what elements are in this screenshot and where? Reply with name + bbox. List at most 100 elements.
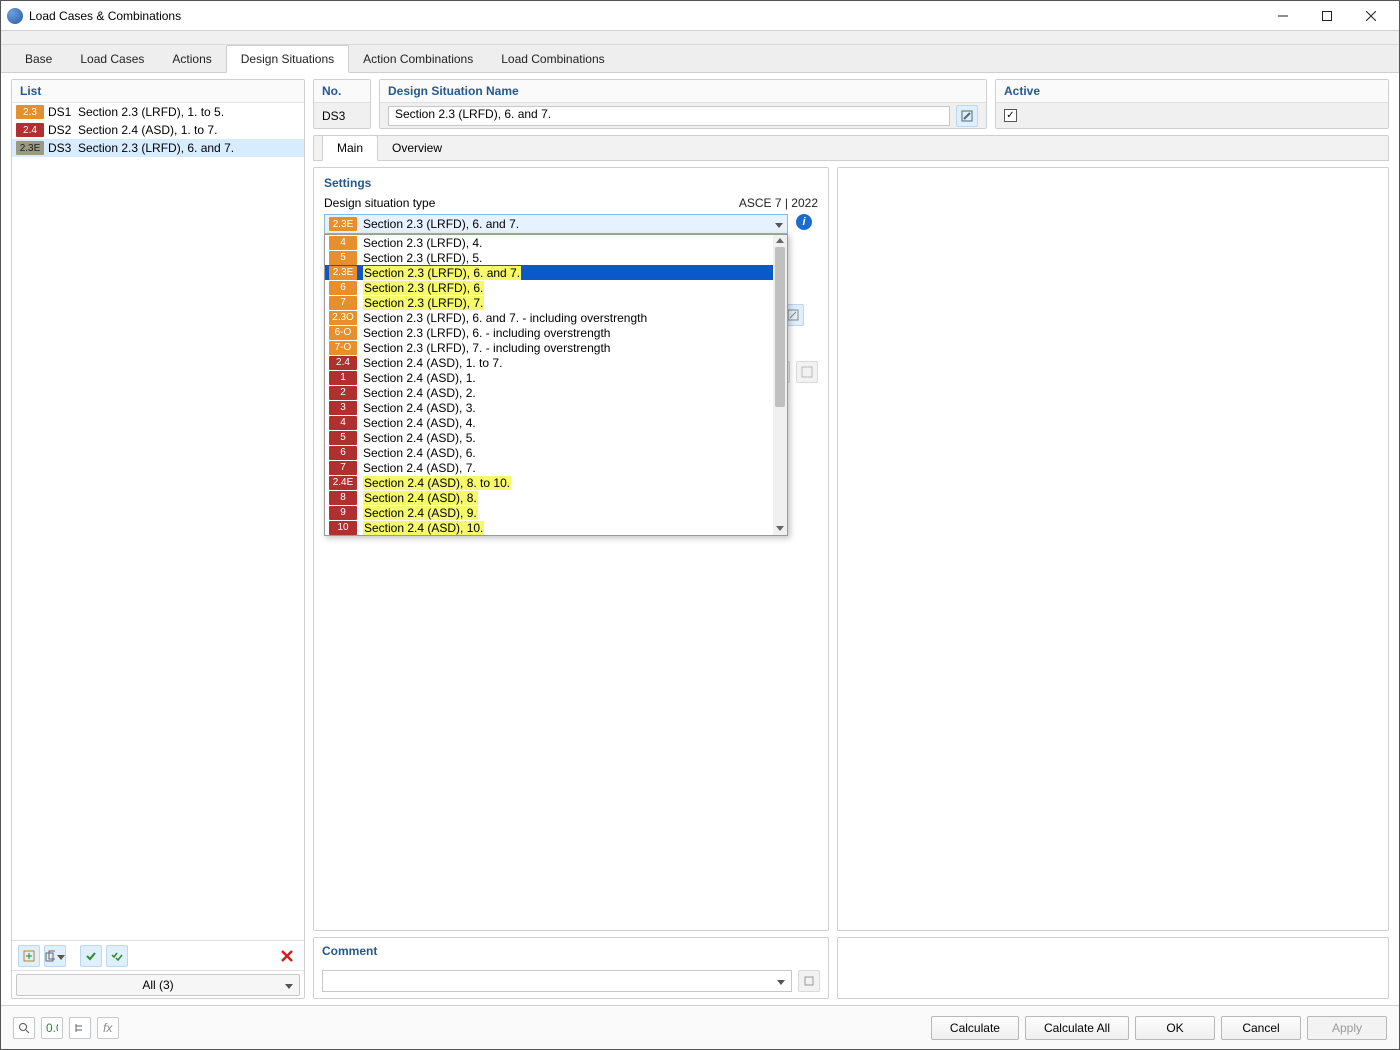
dropdown-item[interactable]: 1Section 2.4 (ASD), 1.: [325, 370, 787, 385]
dd-badge: 2.3E: [329, 266, 357, 280]
dropdown-item[interactable]: 3Section 2.4 (ASD), 3.: [325, 400, 787, 415]
comment-title: Comment: [322, 944, 820, 958]
type-combo[interactable]: 2.3E Section 2.3 (LRFD), 6. and 7.: [324, 214, 788, 234]
dropdown-item[interactable]: 6Section 2.3 (LRFD), 6.: [325, 280, 787, 295]
dd-text: Section 2.4 (ASD), 6.: [363, 446, 476, 460]
active-box: Active: [995, 79, 1389, 129]
scroll-up-icon[interactable]: [773, 235, 787, 247]
minimize-button[interactable]: [1261, 2, 1305, 30]
dropdown-item[interactable]: 5Section 2.3 (LRFD), 5.: [325, 250, 787, 265]
check-icon[interactable]: [80, 945, 102, 967]
name-input[interactable]: Section 2.3 (LRFD), 6. and 7.: [388, 106, 950, 126]
ds-row[interactable]: 2.3DS1Section 2.3 (LRFD), 1. to 5.: [12, 103, 304, 121]
dropdown-item[interactable]: 2.4Section 2.4 (ASD), 1. to 7.: [325, 355, 787, 370]
dropdown-item[interactable]: 5Section 2.4 (ASD), 5.: [325, 430, 787, 445]
dd-badge: 3: [329, 401, 357, 415]
dd-text: Section 2.4 (ASD), 4.: [363, 416, 476, 430]
maximize-button[interactable]: [1305, 2, 1349, 30]
dd-badge: 7: [329, 296, 357, 310]
dropdown-item[interactable]: 7Section 2.4 (ASD), 7.: [325, 460, 787, 475]
info-icon[interactable]: i: [796, 214, 812, 230]
name-box: Design Situation Name Section 2.3 (LRFD)…: [379, 79, 987, 129]
fx-icon[interactable]: fx: [97, 1017, 119, 1039]
dropdown-item[interactable]: 4Section 2.3 (LRFD), 4.: [325, 235, 787, 250]
ds-row[interactable]: 2.3EDS3Section 2.3 (LRFD), 6. and 7.: [12, 139, 304, 157]
code-label: ASCE 7 | 2022: [739, 196, 818, 210]
tab-actions[interactable]: Actions: [158, 46, 225, 72]
subtab-overview[interactable]: Overview: [378, 136, 456, 160]
type-label: Design situation type: [324, 196, 739, 210]
type-dropdown-list[interactable]: 4Section 2.3 (LRFD), 4.5Section 2.3 (LRF…: [324, 234, 788, 536]
dropdown-item[interactable]: 2.3OSection 2.3 (LRFD), 6. and 7. - incl…: [325, 310, 787, 325]
no-box: No. DS3: [313, 79, 371, 129]
ds-list[interactable]: 2.3DS1Section 2.3 (LRFD), 1. to 5.2.4DS2…: [12, 103, 304, 940]
dd-text: Section 2.4 (ASD), 7.: [363, 461, 476, 475]
dropdown-item[interactable]: 7 Section 2.3 (LRFD), 7.: [325, 295, 787, 310]
ds-name: Section 2.4 (ASD), 1. to 7.: [78, 123, 217, 137]
ds-badge: 2.4: [16, 123, 44, 137]
dropdown-item[interactable]: 6Section 2.4 (ASD), 6.: [325, 445, 787, 460]
dropdown-scrollbar[interactable]: [773, 235, 787, 535]
chevron-down-icon: [775, 217, 783, 231]
close-button[interactable]: [1349, 2, 1393, 30]
dd-text: Section 2.4 (ASD), 9.: [363, 506, 478, 520]
settings-title: Settings: [324, 176, 818, 190]
checks-icon[interactable]: [106, 945, 128, 967]
no-label: No.: [314, 80, 370, 102]
dropdown-item[interactable]: 6-OSection 2.3 (LRFD), 6. - including ov…: [325, 325, 787, 340]
ok-button[interactable]: OK: [1135, 1016, 1215, 1040]
scroll-down-icon[interactable]: [773, 523, 787, 535]
dd-text: Section 2.4 (ASD), 8.: [363, 491, 478, 505]
ds-row[interactable]: 2.4DS2Section 2.4 (ASD), 1. to 7.: [12, 121, 304, 139]
tree-icon[interactable]: [69, 1017, 91, 1039]
edit-name-icon[interactable]: [956, 105, 978, 127]
comment-lib-icon[interactable]: [798, 970, 820, 992]
consider-edit-icon: [796, 361, 818, 383]
list-filter-value: All (3): [142, 978, 173, 992]
calculate-button[interactable]: Calculate: [931, 1016, 1019, 1040]
dropdown-item[interactable]: 2.3E Section 2.3 (LRFD), 6. and 7.: [325, 265, 787, 280]
dropdown-item[interactable]: 8Section 2.4 (ASD), 8.: [325, 490, 787, 505]
active-checkbox[interactable]: [1004, 109, 1017, 122]
list-filter-combo[interactable]: All (3): [16, 974, 300, 996]
dd-text: Section 2.3 (LRFD), 7.: [363, 296, 484, 310]
no-value: DS3: [314, 102, 370, 128]
ds-name: Section 2.3 (LRFD), 1. to 5.: [78, 105, 224, 119]
subtab-main[interactable]: Main: [322, 135, 378, 161]
tab-load-cases[interactable]: Load Cases: [66, 46, 158, 72]
dd-badge: 5: [329, 431, 357, 445]
comment-combo[interactable]: [322, 970, 792, 992]
active-label: Active: [996, 80, 1388, 102]
search-icon[interactable]: [13, 1017, 35, 1039]
dropdown-item[interactable]: 4Section 2.4 (ASD), 4.: [325, 415, 787, 430]
dd-badge: 2.4E: [329, 476, 357, 490]
units-icon[interactable]: 0.00: [41, 1017, 63, 1039]
list-header: List: [12, 80, 304, 103]
tab-load-combinations[interactable]: Load Combinations: [487, 46, 618, 72]
copy-icon[interactable]: [44, 945, 66, 967]
tab-design-situations[interactable]: Design Situations: [226, 45, 349, 73]
scroll-thumb[interactable]: [775, 247, 785, 407]
list-toolbar: [12, 940, 304, 970]
dd-text: Section 2.3 (LRFD), 6. and 7.: [363, 266, 521, 280]
dropdown-item[interactable]: 9Section 2.4 (ASD), 9.: [325, 505, 787, 520]
calculate-all-button[interactable]: Calculate All: [1025, 1016, 1129, 1040]
tab-base[interactable]: Base: [11, 46, 66, 72]
new-icon[interactable]: [18, 945, 40, 967]
ds-badge: 2.3E: [16, 141, 44, 155]
delete-icon[interactable]: [276, 945, 298, 967]
ds-id: DS3: [48, 141, 78, 155]
tab-action-combinations[interactable]: Action Combinations: [349, 46, 487, 72]
cancel-button[interactable]: Cancel: [1221, 1016, 1301, 1040]
dropdown-item[interactable]: 2Section 2.4 (ASD), 2.: [325, 385, 787, 400]
main-tabbar: BaseLoad CasesActionsDesign SituationsAc…: [1, 45, 1399, 73]
dd-badge: 6: [329, 281, 357, 295]
dropdown-item[interactable]: 2.4E Section 2.4 (ASD), 8. to 10.: [325, 475, 787, 490]
dropdown-item[interactable]: 10Section 2.4 (ASD), 10.: [325, 520, 787, 535]
bottom-bar: 0.00 fx Calculate Calculate All OK Cance…: [1, 1005, 1399, 1049]
dd-text: Section 2.4 (ASD), 8. to 10.: [363, 476, 511, 490]
chevron-down-icon: [777, 974, 785, 988]
settings-panel: Settings Design situation type ASCE 7 | …: [313, 167, 829, 931]
dropdown-item[interactable]: 7-OSection 2.3 (LRFD), 7. - including ov…: [325, 340, 787, 355]
comment-panel: Comment: [313, 937, 829, 999]
